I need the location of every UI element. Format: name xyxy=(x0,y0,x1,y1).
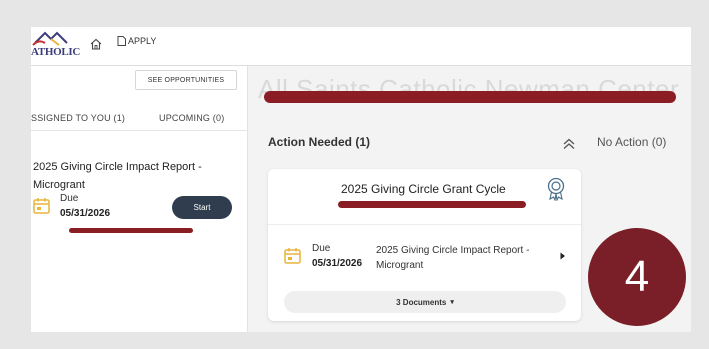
home-icon[interactable] xyxy=(89,37,103,51)
tab-no-action[interactable]: No Action (0) xyxy=(597,135,666,149)
calendar-icon xyxy=(284,248,301,264)
apply-label: APPLY xyxy=(128,36,157,46)
redaction-bar xyxy=(264,91,676,103)
calendar-icon xyxy=(33,198,50,214)
documents-dropdown-button[interactable]: 3 Documents ▾ xyxy=(284,291,566,313)
tab-upcoming[interactable]: UPCOMING (0) xyxy=(159,113,224,123)
assigned-tasks-panel: SEE OPPORTUNITIES SSIGNED TO YOU (1) UPC… xyxy=(31,66,248,332)
document-icon xyxy=(117,36,126,46)
action-needed-heading: Action Needed (1) xyxy=(268,135,371,149)
apply-link[interactable]: APPLY xyxy=(117,36,156,46)
caret-right-icon[interactable] xyxy=(560,252,566,260)
award-ribbon-icon xyxy=(547,177,565,201)
redaction-bar xyxy=(69,228,193,233)
logo-text: ATHOLIC xyxy=(31,46,81,58)
caret-down-icon: ▾ xyxy=(450,299,454,306)
tab-assigned-to-you[interactable]: SSIGNED TO YOU (1) xyxy=(31,113,125,123)
redaction-bar xyxy=(338,201,526,208)
start-button[interactable]: Start xyxy=(172,196,232,219)
task-link[interactable]: 2025 Giving Circle Impact Report - Micro… xyxy=(376,243,548,273)
due-date: 05/31/2026 xyxy=(312,258,363,269)
due-label: Due xyxy=(312,243,331,254)
card-title: 2025 Giving Circle Grant Cycle xyxy=(341,182,506,196)
task-title[interactable]: 2025 Giving Circle Impact Report - Micro… xyxy=(33,158,233,194)
top-navigation-bar: ATHOLIC APPLY xyxy=(31,27,691,66)
organization-logo[interactable]: ATHOLIC xyxy=(31,29,80,63)
see-opportunities-button[interactable]: SEE OPPORTUNITIES xyxy=(135,70,237,90)
due-date: 05/31/2026 xyxy=(60,208,111,219)
step-number-badge: 4 xyxy=(588,228,686,326)
documents-label: 3 Documents xyxy=(396,297,447,307)
card-divider xyxy=(268,224,581,225)
due-label: Due xyxy=(60,193,79,204)
collapse-chevrons-icon[interactable] xyxy=(562,137,576,151)
tabs-divider xyxy=(31,130,247,131)
grant-cycle-card: 2025 Giving Circle Grant Cycle Due 05/31… xyxy=(268,169,581,321)
